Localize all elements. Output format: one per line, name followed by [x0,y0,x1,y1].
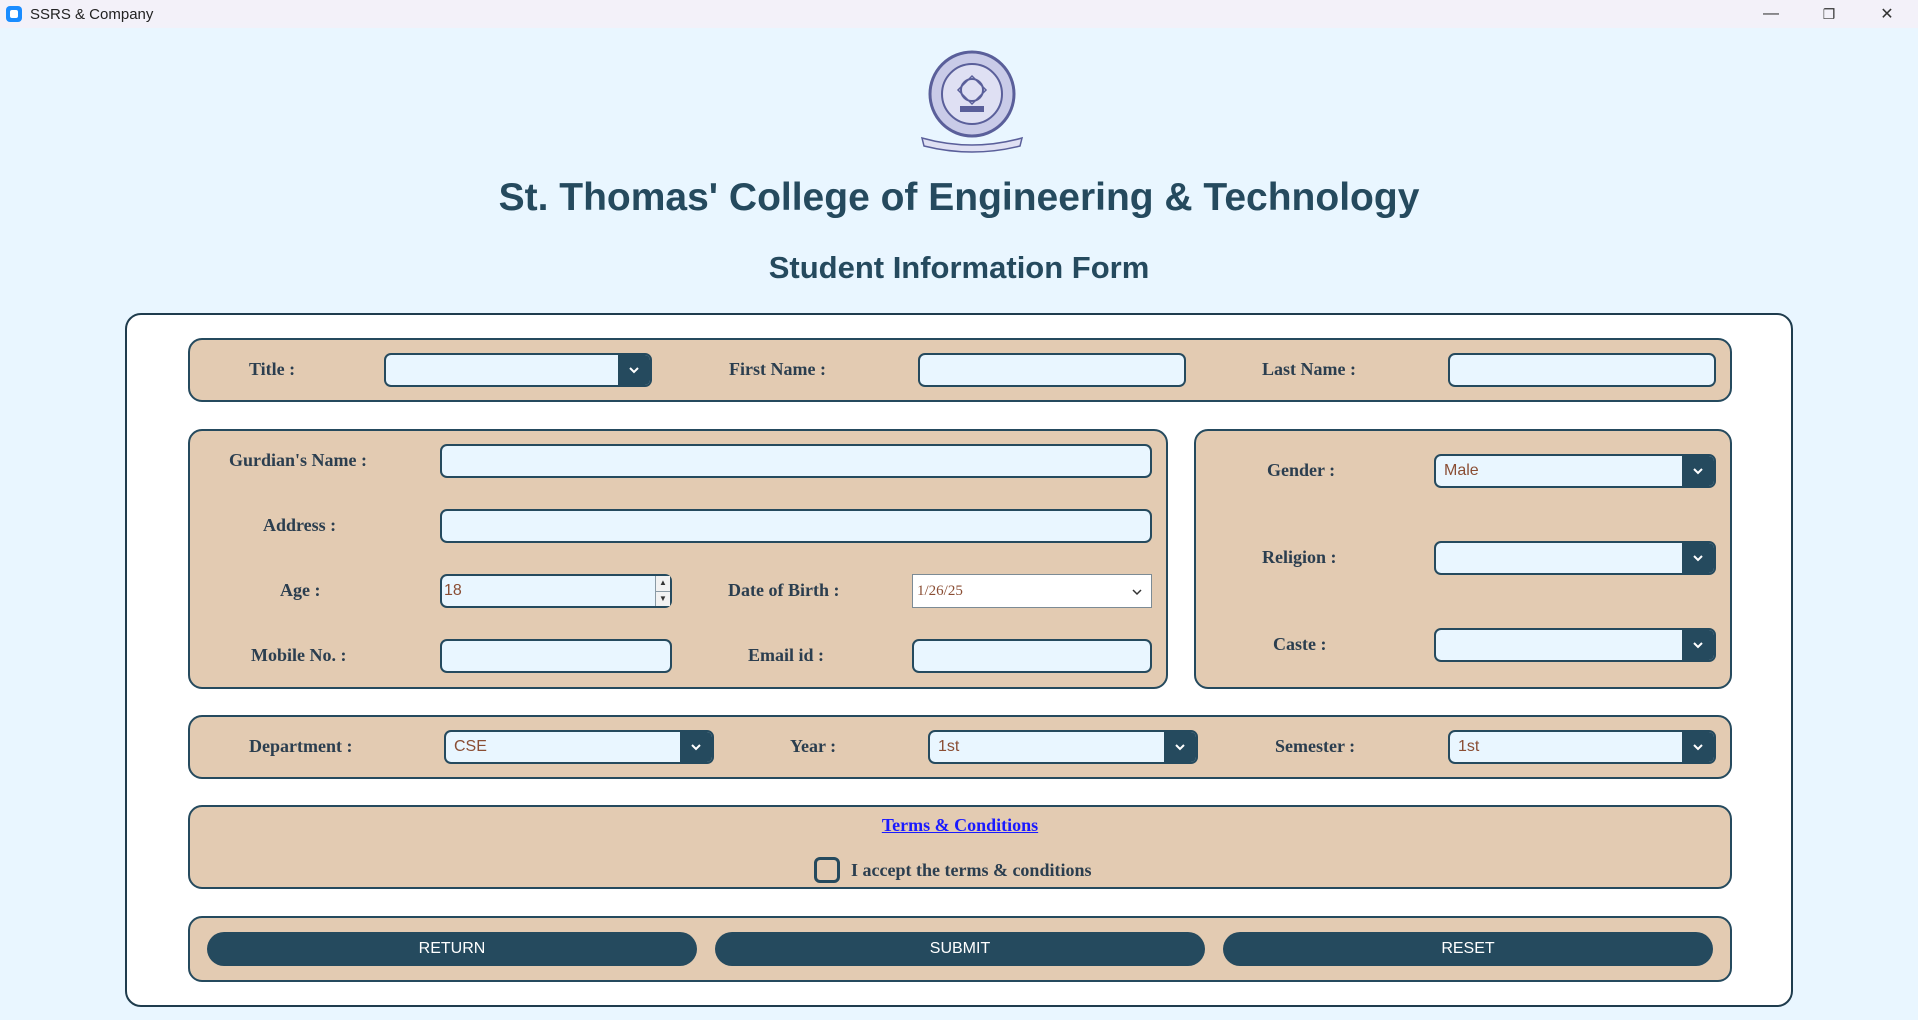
age-value: 18 [444,582,462,599]
caste-label: Caste : [1273,634,1327,654]
chevron-down-icon[interactable] [1682,456,1714,486]
caste-select[interactable] [1434,628,1716,662]
semester-label: Semester : [1275,736,1356,756]
semester-value: 1st [1458,738,1480,755]
email-input[interactable] [912,639,1152,673]
dob-label: Date of Birth : [728,580,840,600]
title-select[interactable] [384,353,652,387]
address-input[interactable] [440,509,1152,543]
accept-terms-checkbox[interactable] [814,857,840,883]
title-label: Title : [249,359,296,379]
chevron-down-icon[interactable] [1682,732,1714,762]
spin-down-icon[interactable]: ▼ [656,591,670,606]
department-value: CSE [454,738,487,755]
chevron-down-icon[interactable] [618,355,650,385]
gender-select[interactable]: Male [1434,454,1716,488]
semester-select[interactable]: 1st [1448,730,1716,764]
form-title: Student Information Form [768,250,1150,285]
religion-select[interactable] [1434,541,1716,575]
year-select[interactable]: 1st [928,730,1198,764]
last-name-input[interactable] [1448,353,1716,387]
restore-button[interactable]: ❐ [1800,0,1858,28]
return-button[interactable]: RETURN [207,932,697,966]
address-label: Address : [263,515,337,535]
gender-value: Male [1444,462,1479,479]
religion-label: Religion : [1262,547,1337,567]
minimize-button[interactable]: — [1742,0,1800,28]
first-name-input[interactable] [918,353,1186,387]
mobile-label: Mobile No. : [251,645,347,665]
app-icon [6,6,22,22]
age-spinner[interactable]: 18 ▲ ▼ [440,574,672,608]
college-name: St. Thomas' College of Engineering & Tec… [498,176,1420,219]
first-name-label: First Name : [729,359,826,379]
chevron-down-icon[interactable] [1682,543,1714,573]
gender-label: Gender : [1267,460,1336,480]
dob-picker[interactable]: 1/26/25 [912,574,1152,608]
accept-terms-label[interactable]: I accept the terms & conditions [851,860,1091,881]
dob-value: 1/26/25 [917,582,963,599]
mobile-input[interactable] [440,639,672,673]
age-label: Age : [280,580,321,600]
guardian-label: Gurdian's Name : [229,450,368,470]
submit-button[interactable]: SUBMIT [715,932,1205,966]
close-button[interactable]: ✕ [1858,0,1916,28]
department-select[interactable]: CSE [444,730,714,764]
spin-up-icon[interactable]: ▲ [656,576,670,592]
terms-link[interactable]: Terms & Conditions [190,815,1730,836]
chevron-down-icon[interactable] [1164,732,1196,762]
chevron-down-icon[interactable] [680,732,712,762]
window-titlebar: SSRS & Company — ❐ ✕ [0,0,1918,28]
chevron-down-icon[interactable] [1682,630,1714,660]
guardian-name-input[interactable] [440,444,1152,478]
department-label: Department : [249,736,353,756]
year-label: Year : [790,736,837,756]
year-value: 1st [938,738,960,755]
college-seal-icon [920,50,1024,153]
email-label: Email id : [748,645,825,665]
chevron-down-icon[interactable] [1131,588,1143,596]
window-title: SSRS & Company [30,5,154,23]
last-name-label: Last Name : [1262,359,1356,379]
reset-button[interactable]: RESET [1223,932,1713,966]
